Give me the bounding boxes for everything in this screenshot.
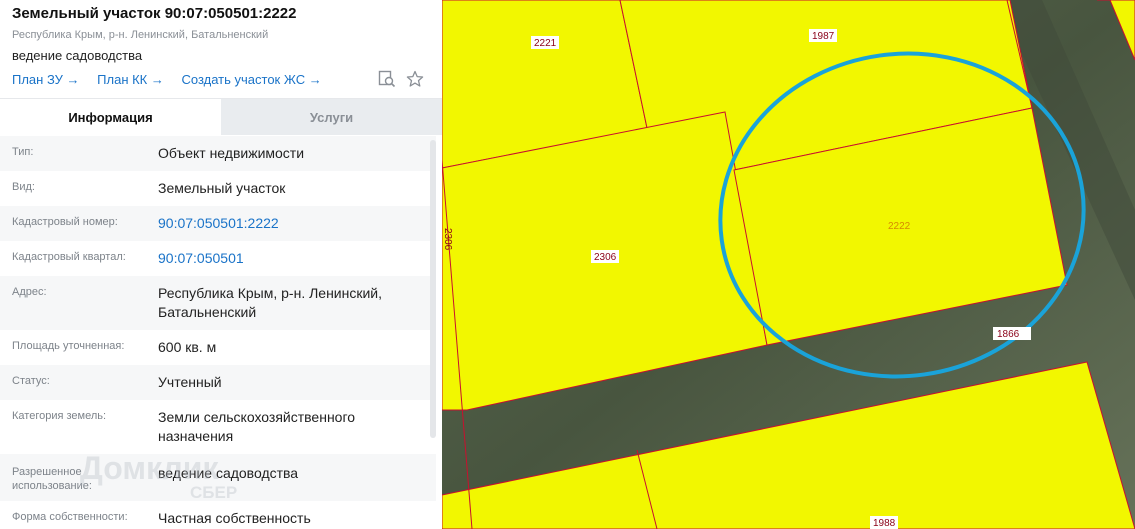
map-canvas[interactable]: 2221 1987 2306 2306 1866 1988 2222 xyxy=(442,0,1135,529)
info-panel: Земельный участок 90:07:050501:2222 Респ… xyxy=(0,0,442,529)
create-zhs-link[interactable]: Создать участок ЖС → xyxy=(182,72,322,87)
row-value: Частная собственность xyxy=(158,510,311,526)
parcel-title: Земельный участок 90:07:050501:2222 xyxy=(12,5,297,22)
table-row: Адрес: Республика Крым, р-н. Ленинский, … xyxy=(0,276,436,330)
row-label: Категория земель: xyxy=(12,410,107,422)
parcel-label-1866: 1866 xyxy=(997,329,1020,340)
table-row: Категория земель: Земли сельскохозяйстве… xyxy=(0,400,436,454)
tab-information[interactable]: Информация xyxy=(0,99,221,135)
table-row: Вид: Земельный участок xyxy=(0,171,436,206)
row-label: Кадастровый номер: xyxy=(12,216,118,228)
row-value: Земельный участок xyxy=(158,180,286,196)
table-row: Площадь уточненная: 600 кв. м xyxy=(0,330,436,365)
table-row: Разрешенное использование: ведение садов… xyxy=(0,454,436,501)
cadastral-map[interactable]: 2221 1987 2306 2306 1866 1988 2222 xyxy=(442,0,1135,529)
row-value: ведение садоводства xyxy=(158,465,299,481)
row-value: Земли сельскохозяйственного назначения xyxy=(158,409,356,444)
parcel-purpose: ведение садоводства xyxy=(12,48,143,63)
table-row: Кадастровый номер: 90:07:050501:2222 xyxy=(0,206,436,241)
row-value: Объект недвижимости xyxy=(158,145,305,161)
row-label: Площадь уточненная: xyxy=(12,340,125,352)
row-value: 600 кв. м xyxy=(158,339,217,355)
parcel-address: Республика Крым, р-н. Ленинский, Батальн… xyxy=(12,29,269,41)
row-value: Учтенный xyxy=(158,374,222,390)
row-label: Тип: xyxy=(12,146,34,158)
tab-bar: Информация Услуги xyxy=(0,98,442,135)
plan-kk-link[interactable]: План КК → xyxy=(97,72,164,87)
table-row: Статус: Учтенный xyxy=(0,365,436,400)
tool-icons xyxy=(378,70,424,88)
action-links: План ЗУ → План КК → Создать участок ЖС → xyxy=(12,72,336,87)
parcel-label-2222: 2222 xyxy=(888,221,911,232)
row-value: Республика Крым, р-н. Ленинский, Батальн… xyxy=(158,285,383,320)
parcel-label-2306-side: 2306 xyxy=(442,228,453,251)
parcel-label-2221: 2221 xyxy=(534,38,557,49)
row-label: Разрешенное использование: xyxy=(12,466,92,492)
row-label: Кадастровый квартал: xyxy=(12,251,126,263)
parcel-label-1987: 1987 xyxy=(812,31,835,42)
row-label: Статус: xyxy=(12,375,50,387)
row-label: Вид: xyxy=(12,181,35,193)
row-label: Адрес: xyxy=(12,286,47,298)
info-table: Тип: Объект недвижимости Вид: Земельный … xyxy=(0,136,436,529)
parcel-label-1988: 1988 xyxy=(873,518,896,529)
scrollbar[interactable] xyxy=(430,140,436,438)
cadastral-number-link[interactable]: 90:07:050501:2222 xyxy=(158,214,436,241)
table-row: Тип: Объект недвижимости xyxy=(0,136,436,171)
star-icon[interactable] xyxy=(406,70,424,88)
plan-zu-link[interactable]: План ЗУ → xyxy=(12,72,80,87)
search-document-icon[interactable] xyxy=(378,70,396,88)
parcel-label-2306: 2306 xyxy=(594,252,617,263)
cadastral-quarter-link[interactable]: 90:07:050501 xyxy=(158,249,436,276)
table-row: Форма собственности: Частная собственнос… xyxy=(0,501,436,529)
tab-services[interactable]: Услуги xyxy=(221,99,442,135)
table-row: Кадастровый квартал: 90:07:050501 xyxy=(0,241,436,276)
row-label: Форма собственности: xyxy=(12,511,128,523)
